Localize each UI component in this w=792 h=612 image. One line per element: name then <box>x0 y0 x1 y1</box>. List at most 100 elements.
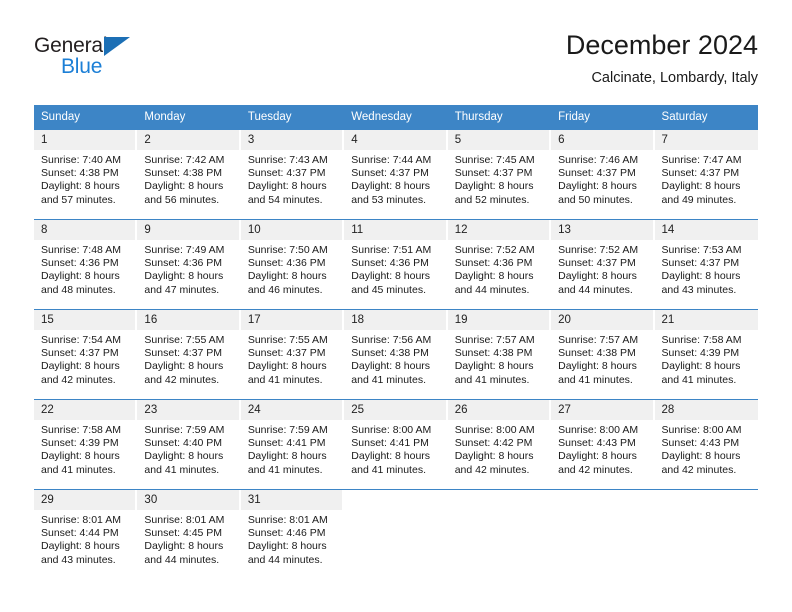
day-number: 15 <box>34 310 138 330</box>
day-number: 14 <box>654 220 758 240</box>
daylight-text-line2: and 41 minutes. <box>351 373 426 386</box>
day-cell[interactable]: 9 Sunrise: 7:49 AM Sunset: 4:36 PM Dayli… <box>137 220 241 309</box>
day-number: 10 <box>240 220 345 240</box>
day-details <box>448 510 551 514</box>
daylight-text-line1: Daylight: 8 hours <box>41 450 120 463</box>
sunrise-text: Sunrise: 8:00 AM <box>454 424 535 436</box>
day-details: Sunrise: 7:55 AM Sunset: 4:37 PM Dayligh… <box>137 330 240 387</box>
week-row: 29 Sunrise: 8:01 AM Sunset: 4:44 PM Dayl… <box>34 489 758 579</box>
sunset-text: Sunset: 4:41 PM <box>247 437 326 450</box>
day-details: Sunrise: 7:45 AM Sunset: 4:37 PM Dayligh… <box>448 150 551 207</box>
day-cell[interactable]: 16 Sunrise: 7:55 AM Sunset: 4:37 PM Dayl… <box>137 310 241 399</box>
daylight-text-line2: and 42 minutes. <box>144 373 220 386</box>
day-details: Sunrise: 7:48 AM Sunset: 4:36 PM Dayligh… <box>34 240 137 297</box>
day-details: Sunrise: 7:42 AM Sunset: 4:38 PM Dayligh… <box>137 150 240 207</box>
calendar-table: Sunday Monday Tuesday Wednesday Thursday… <box>34 105 758 579</box>
calendar-page: General Blue December 2024 Calcinate, Lo… <box>0 0 792 612</box>
sunset-text: Sunset: 4:37 PM <box>247 347 326 360</box>
day-details: Sunrise: 7:54 AM Sunset: 4:37 PM Dayligh… <box>34 330 137 387</box>
sunset-text: Sunset: 4:39 PM <box>661 347 740 360</box>
day-details: Sunrise: 7:55 AM Sunset: 4:37 PM Dayligh… <box>241 330 344 387</box>
day-number: 17 <box>240 310 345 330</box>
day-cell[interactable]: 1 Sunrise: 7:40 AM Sunset: 4:38 PM Dayli… <box>34 130 138 219</box>
sunset-text: Sunset: 4:37 PM <box>661 167 740 180</box>
sunrise-text: Sunrise: 7:43 AM <box>247 154 328 166</box>
day-cell[interactable]: 29 Sunrise: 8:01 AM Sunset: 4:44 PM Dayl… <box>34 490 138 579</box>
day-cell[interactable]: 14 Sunrise: 7:53 AM Sunset: 4:37 PM Dayl… <box>654 220 758 309</box>
day-cell[interactable]: 5 Sunrise: 7:45 AM Sunset: 4:37 PM Dayli… <box>447 130 552 219</box>
sunset-text: Sunset: 4:37 PM <box>558 257 636 270</box>
sunset-text: Sunset: 4:37 PM <box>41 347 119 360</box>
day-details: Sunrise: 8:00 AM Sunset: 4:42 PM Dayligh… <box>448 420 551 477</box>
day-cell[interactable]: 4 Sunrise: 7:44 AM Sunset: 4:37 PM Dayli… <box>344 130 448 219</box>
day-cell[interactable]: 17 Sunrise: 7:55 AM Sunset: 4:37 PM Dayl… <box>240 310 345 399</box>
day-number: 19 <box>447 310 552 330</box>
sunrise-text: Sunrise: 7:50 AM <box>247 244 328 256</box>
logo-word-blue: Blue <box>61 55 103 78</box>
day-number: 4 <box>344 130 448 150</box>
sunrise-text: Sunrise: 7:59 AM <box>144 424 225 436</box>
general-blue-logo[interactable]: General Blue <box>34 34 234 94</box>
week-row: 8 Sunrise: 7:48 AM Sunset: 4:36 PM Dayli… <box>34 219 758 309</box>
day-cell[interactable]: 25 Sunrise: 8:00 AM Sunset: 4:41 PM Dayl… <box>344 400 448 489</box>
sunrise-text: Sunrise: 7:55 AM <box>247 334 328 346</box>
day-cell[interactable]: 6 Sunrise: 7:46 AM Sunset: 4:37 PM Dayli… <box>551 130 655 219</box>
sunset-text: Sunset: 4:45 PM <box>144 527 223 540</box>
day-cell[interactable]: 12 Sunrise: 7:52 AM Sunset: 4:36 PM Dayl… <box>447 220 552 309</box>
day-cell[interactable]: 23 Sunrise: 7:59 AM Sunset: 4:40 PM Dayl… <box>137 400 241 489</box>
location-subtitle: Calcinate, Lombardy, Italy <box>591 70 758 86</box>
day-details: Sunrise: 8:00 AM Sunset: 4:41 PM Dayligh… <box>344 420 447 477</box>
weekday-header-thursday: Thursday <box>454 111 503 123</box>
day-cell[interactable]: 28 Sunrise: 8:00 AM Sunset: 4:43 PM Dayl… <box>654 400 758 489</box>
triangle-icon <box>104 37 130 56</box>
daylight-text-line1: Daylight: 8 hours <box>351 270 431 283</box>
sunrise-text: Sunrise: 8:00 AM <box>351 424 432 436</box>
sunrise-text: Sunrise: 7:49 AM <box>144 244 225 256</box>
sunrise-text: Sunrise: 7:54 AM <box>41 334 121 346</box>
day-cell[interactable]: 7 Sunrise: 7:47 AM Sunset: 4:37 PM Dayli… <box>654 130 758 219</box>
daylight-text-line2: and 42 minutes. <box>454 463 530 476</box>
daylight-text-line2: and 43 minutes. <box>41 553 116 566</box>
daylight-text-line2: and 41 minutes. <box>351 463 426 476</box>
daylight-text-line2: and 44 minutes. <box>247 553 323 566</box>
day-details: Sunrise: 7:43 AM Sunset: 4:37 PM Dayligh… <box>241 150 344 207</box>
day-cell[interactable]: 19 Sunrise: 7:57 AM Sunset: 4:38 PM Dayl… <box>447 310 552 399</box>
day-cell[interactable]: 13 Sunrise: 7:52 AM Sunset: 4:37 PM Dayl… <box>551 220 655 309</box>
daylight-text-line1: Daylight: 8 hours <box>41 270 120 283</box>
daylight-text-line1: Daylight: 8 hours <box>558 360 637 373</box>
day-number: 22 <box>34 400 138 420</box>
day-cell[interactable]: 8 Sunrise: 7:48 AM Sunset: 4:36 PM Dayli… <box>34 220 138 309</box>
sunset-text: Sunset: 4:43 PM <box>661 437 740 450</box>
day-cell-empty <box>551 490 655 579</box>
day-number: 6 <box>551 130 655 150</box>
day-cell[interactable]: 27 Sunrise: 8:00 AM Sunset: 4:43 PM Dayl… <box>551 400 655 489</box>
day-cell[interactable]: 22 Sunrise: 7:58 AM Sunset: 4:39 PM Dayl… <box>34 400 138 489</box>
sunset-text: Sunset: 4:38 PM <box>558 347 636 360</box>
day-cell[interactable]: 15 Sunrise: 7:54 AM Sunset: 4:37 PM Dayl… <box>34 310 138 399</box>
sunset-text: Sunset: 4:43 PM <box>558 437 636 450</box>
daylight-text-line2: and 42 minutes. <box>41 373 116 386</box>
daylight-text-line1: Daylight: 8 hours <box>41 180 120 193</box>
day-number: 26 <box>447 400 552 420</box>
day-cell[interactable]: 30 Sunrise: 8:01 AM Sunset: 4:45 PM Dayl… <box>137 490 241 579</box>
daylight-text-line2: and 42 minutes. <box>661 463 737 476</box>
day-cell[interactable]: 2 Sunrise: 7:42 AM Sunset: 4:38 PM Dayli… <box>137 130 241 219</box>
day-cell[interactable]: 20 Sunrise: 7:57 AM Sunset: 4:38 PM Dayl… <box>551 310 655 399</box>
day-cell[interactable]: 24 Sunrise: 7:59 AM Sunset: 4:41 PM Dayl… <box>240 400 345 489</box>
sunrise-text: Sunrise: 7:58 AM <box>661 334 742 346</box>
sunset-text: Sunset: 4:46 PM <box>247 527 326 540</box>
day-cell[interactable]: 11 Sunrise: 7:51 AM Sunset: 4:36 PM Dayl… <box>344 220 448 309</box>
day-cell[interactable]: 26 Sunrise: 8:00 AM Sunset: 4:42 PM Dayl… <box>447 400 552 489</box>
sunrise-text: Sunrise: 8:01 AM <box>247 514 328 526</box>
day-cell[interactable]: 10 Sunrise: 7:50 AM Sunset: 4:36 PM Dayl… <box>240 220 345 309</box>
sunset-text: Sunset: 4:36 PM <box>144 257 223 270</box>
day-details <box>551 510 654 514</box>
day-cell[interactable]: 31 Sunrise: 8:01 AM Sunset: 4:46 PM Dayl… <box>240 490 345 579</box>
daylight-text-line2: and 41 minutes. <box>661 373 737 386</box>
day-cell[interactable]: 21 Sunrise: 7:58 AM Sunset: 4:39 PM Dayl… <box>654 310 758 399</box>
day-cell[interactable]: 3 Sunrise: 7:43 AM Sunset: 4:37 PM Dayli… <box>240 130 345 219</box>
day-cell[interactable]: 18 Sunrise: 7:56 AM Sunset: 4:38 PM Dayl… <box>344 310 448 399</box>
sunset-text: Sunset: 4:36 PM <box>41 257 119 270</box>
daylight-text-line1: Daylight: 8 hours <box>247 540 327 553</box>
sunset-text: Sunset: 4:37 PM <box>454 167 533 180</box>
